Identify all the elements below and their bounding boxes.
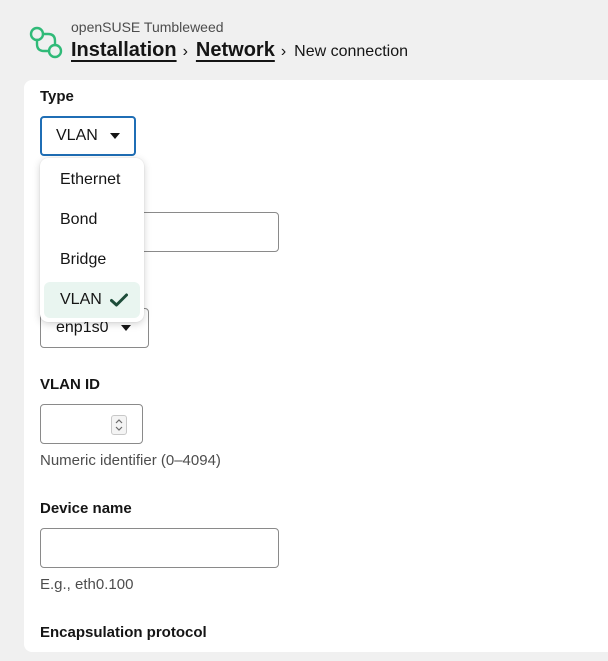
breadcrumb-installation-link[interactable]: Installation [71,39,177,62]
type-select-value: VLAN [56,127,98,144]
vlan-id-label: VLAN ID [40,376,100,393]
menu-item-label: VLAN [60,291,102,308]
menu-item-label: Bridge [60,251,107,268]
opensuse-logo-icon [29,26,63,59]
breadcrumb-network-link[interactable]: Network [196,39,275,62]
device-name-label: Device name [40,500,132,517]
device-name-input[interactable] [40,528,279,568]
checkmark-icon [109,293,128,307]
breadcrumb: Installation › Network › New connection [71,39,408,62]
menu-item-vlan[interactable]: VLAN [44,282,140,318]
menu-item-ethernet[interactable]: Ethernet [44,162,140,198]
menu-item-label: Bond [60,211,98,228]
spinner-arrows-icon[interactable] [111,415,127,435]
menu-item-bridge[interactable]: Bridge [44,242,140,278]
caret-down-icon [120,325,131,331]
breadcrumb-separator: › [182,43,188,60]
menu-item-bond[interactable]: Bond [44,202,140,238]
breadcrumb-current-page: New connection [294,43,408,60]
type-label: Type [40,88,74,105]
app-header: openSUSE Tumbleweed Installation › Netwo… [0,0,608,80]
product-name: openSUSE Tumbleweed [71,19,224,35]
breadcrumb-separator: › [280,43,287,60]
caret-down-icon [109,133,120,139]
vlan-id-input[interactable] [40,404,143,444]
type-dropdown-menu: Ethernet Bond Bridge VLAN [40,158,144,322]
vlan-id-helper-text: Numeric identifier (0–4094) [40,452,221,469]
menu-item-label: Ethernet [60,171,121,188]
encapsulation-protocol-label: Encapsulation protocol [40,624,207,641]
device-name-helper-text: E.g., eth0.100 [40,576,134,593]
type-select[interactable]: VLAN [40,116,136,156]
